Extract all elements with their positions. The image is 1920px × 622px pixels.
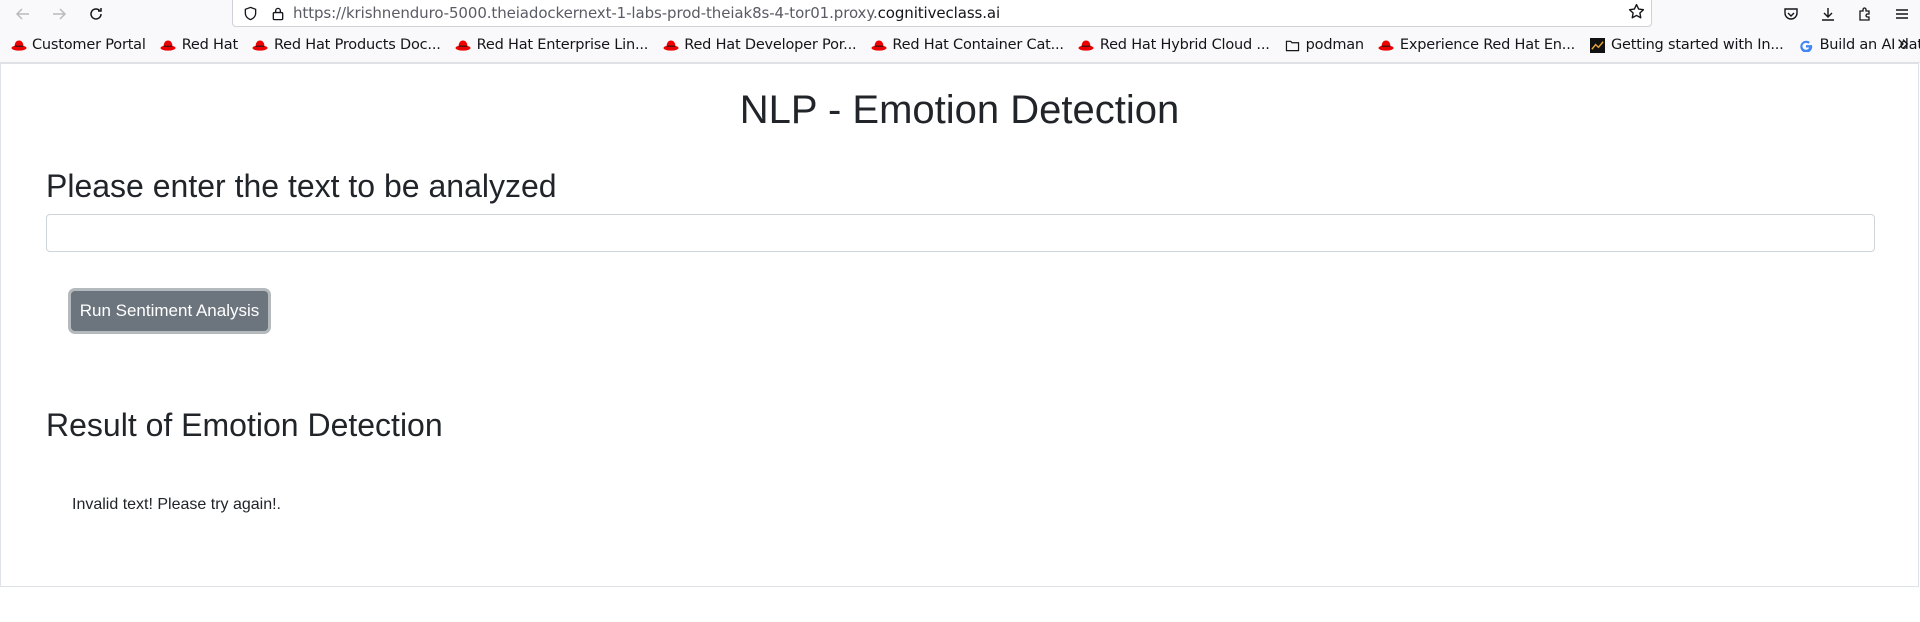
page-title: NLP - Emotion Detection: [739, 88, 1180, 132]
tracking-shield-icon[interactable]: [239, 6, 261, 21]
bookmark-item[interactable]: Red Hat Hybrid Cloud ...: [1078, 37, 1270, 54]
bookmarks-overflow-icon[interactable]: [1896, 37, 1910, 56]
result-text: Invalid text! Please try again!.: [72, 496, 281, 513]
bookmark-label: Red Hat Enterprise Lin...: [476, 37, 649, 53]
url-text[interactable]: https://krishnenduro-5000.theiadockernex…: [293, 4, 1000, 22]
bookmark-label: Red Hat Container Cat...: [892, 37, 1064, 53]
redhat-icon: [870, 37, 887, 54]
bookmark-label: Red Hat Products Doc...: [273, 37, 441, 53]
lock-icon[interactable]: [267, 6, 289, 21]
bookmarks-toolbar: Customer Portal Red Hat Red Hat Products D…: [0, 28, 1920, 63]
run-sentiment-analysis-button[interactable]: Run Sentiment Analysis: [71, 291, 268, 331]
download-icon: [1821, 8, 1834, 21]
extensions-button[interactable]: [1846, 0, 1883, 28]
hamburger-icon: [1895, 9, 1908, 19]
chart-icon: [1589, 37, 1606, 54]
bookmark-item[interactable]: Getting started with In...: [1589, 37, 1784, 54]
page-content: NLP - Emotion Detection Please enter the…: [0, 63, 1919, 587]
forward-button[interactable]: [45, 0, 73, 28]
google-icon: [1798, 37, 1815, 54]
downloads-button[interactable]: [1809, 0, 1846, 28]
back-button[interactable]: [9, 0, 37, 28]
bookmark-item[interactable]: Red Hat: [160, 37, 238, 54]
bookmark-label: Red Hat: [181, 37, 238, 53]
toolbar-right: [1772, 0, 1920, 28]
menu-button[interactable]: [1883, 0, 1920, 28]
redhat-icon: [10, 37, 27, 54]
bookmark-item[interactable]: Red Hat Developer Por...: [662, 37, 857, 54]
pocket-icon: [1783, 8, 1798, 20]
redhat-icon: [160, 37, 177, 54]
bookmark-label: podman: [1305, 37, 1364, 53]
redhat-icon: [1078, 37, 1095, 54]
bookmark-label: Customer Portal: [32, 37, 146, 53]
bookmark-label: Red Hat Hybrid Cloud ...: [1099, 37, 1270, 53]
browser-navbar: https://krishnenduro-5000.theiadockernex…: [0, 0, 1920, 28]
bookmark-star-icon[interactable]: [1628, 3, 1645, 25]
url-bar[interactable]: https://krishnenduro-5000.theiadockernex…: [232, 0, 1652, 27]
bookmark-item[interactable]: Experience Red Hat En...: [1378, 37, 1575, 54]
url-host: cognitiveclass.ai: [877, 4, 1001, 22]
bookmark-item[interactable]: Red Hat Products Doc...: [252, 37, 441, 54]
reload-button[interactable]: [82, 0, 110, 28]
bookmark-item[interactable]: Red Hat Enterprise Lin...: [455, 37, 649, 54]
redhat-icon: [455, 37, 472, 54]
folder-icon: [1284, 37, 1301, 54]
pocket-button[interactable]: [1772, 0, 1809, 28]
text-to-analyze-input[interactable]: [46, 214, 1875, 252]
browser-chrome: https://krishnenduro-5000.theiadockernex…: [0, 0, 1920, 63]
bookmark-label: Red Hat Developer Por...: [684, 37, 857, 53]
arrow-left-icon: [15, 8, 29, 20]
bookmark-item[interactable]: Customer Portal: [10, 37, 146, 54]
reload-icon: [90, 8, 102, 20]
bookmark-item[interactable]: podman: [1284, 37, 1364, 54]
bookmark-label: Experience Red Hat En...: [1399, 37, 1576, 53]
bookmark-item[interactable]: Red Hat Container Cat...: [870, 37, 1064, 54]
redhat-icon: [252, 37, 269, 54]
arrow-right-icon: [53, 8, 67, 20]
input-heading: Please enter the text to be analyzed: [46, 168, 557, 204]
redhat-icon: [1378, 37, 1395, 54]
puzzle-icon: [1858, 7, 1870, 21]
url-path: https://krishnenduro-5000.theiadockernex…: [293, 4, 878, 22]
result-heading: Result of Emotion Detection: [46, 407, 443, 443]
bookmark-label: Getting started with In...: [1611, 37, 1784, 53]
redhat-icon: [662, 37, 679, 54]
